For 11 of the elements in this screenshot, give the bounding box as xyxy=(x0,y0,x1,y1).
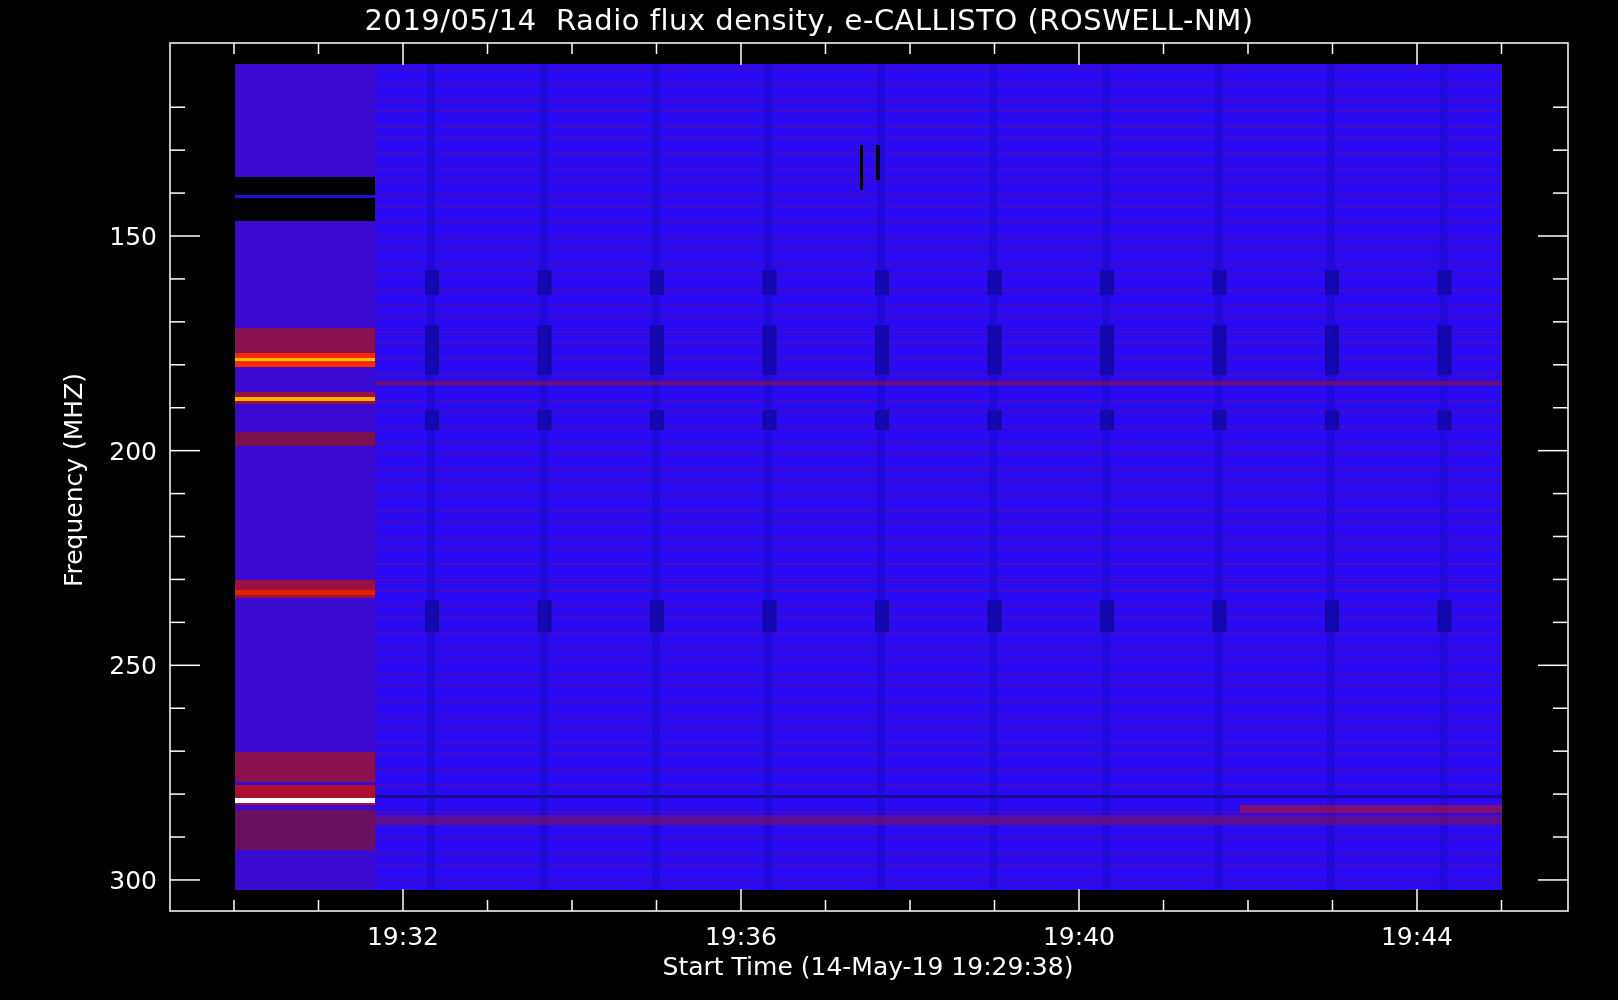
y-tick-label: 300 xyxy=(109,865,157,895)
chart-title: 2019/05/14 Radio flux density, e-CALLISTO (ROSWELL-NM) xyxy=(364,2,1254,39)
x-tick-label: 19:36 xyxy=(705,922,777,951)
x-tick-label: 19:40 xyxy=(1043,922,1115,951)
x-axis-label: Start Time (14-May-19 19:29:38) xyxy=(662,952,1074,981)
y-tick-label: 150 xyxy=(109,222,157,251)
y-axis-label: Frequency (MHZ) xyxy=(59,372,88,588)
x-tick-label: 19:32 xyxy=(367,922,439,951)
y-tick-label: 200 xyxy=(109,436,157,466)
x-tick-label: 19:44 xyxy=(1381,922,1453,951)
y-tick-label: 250 xyxy=(109,651,157,681)
